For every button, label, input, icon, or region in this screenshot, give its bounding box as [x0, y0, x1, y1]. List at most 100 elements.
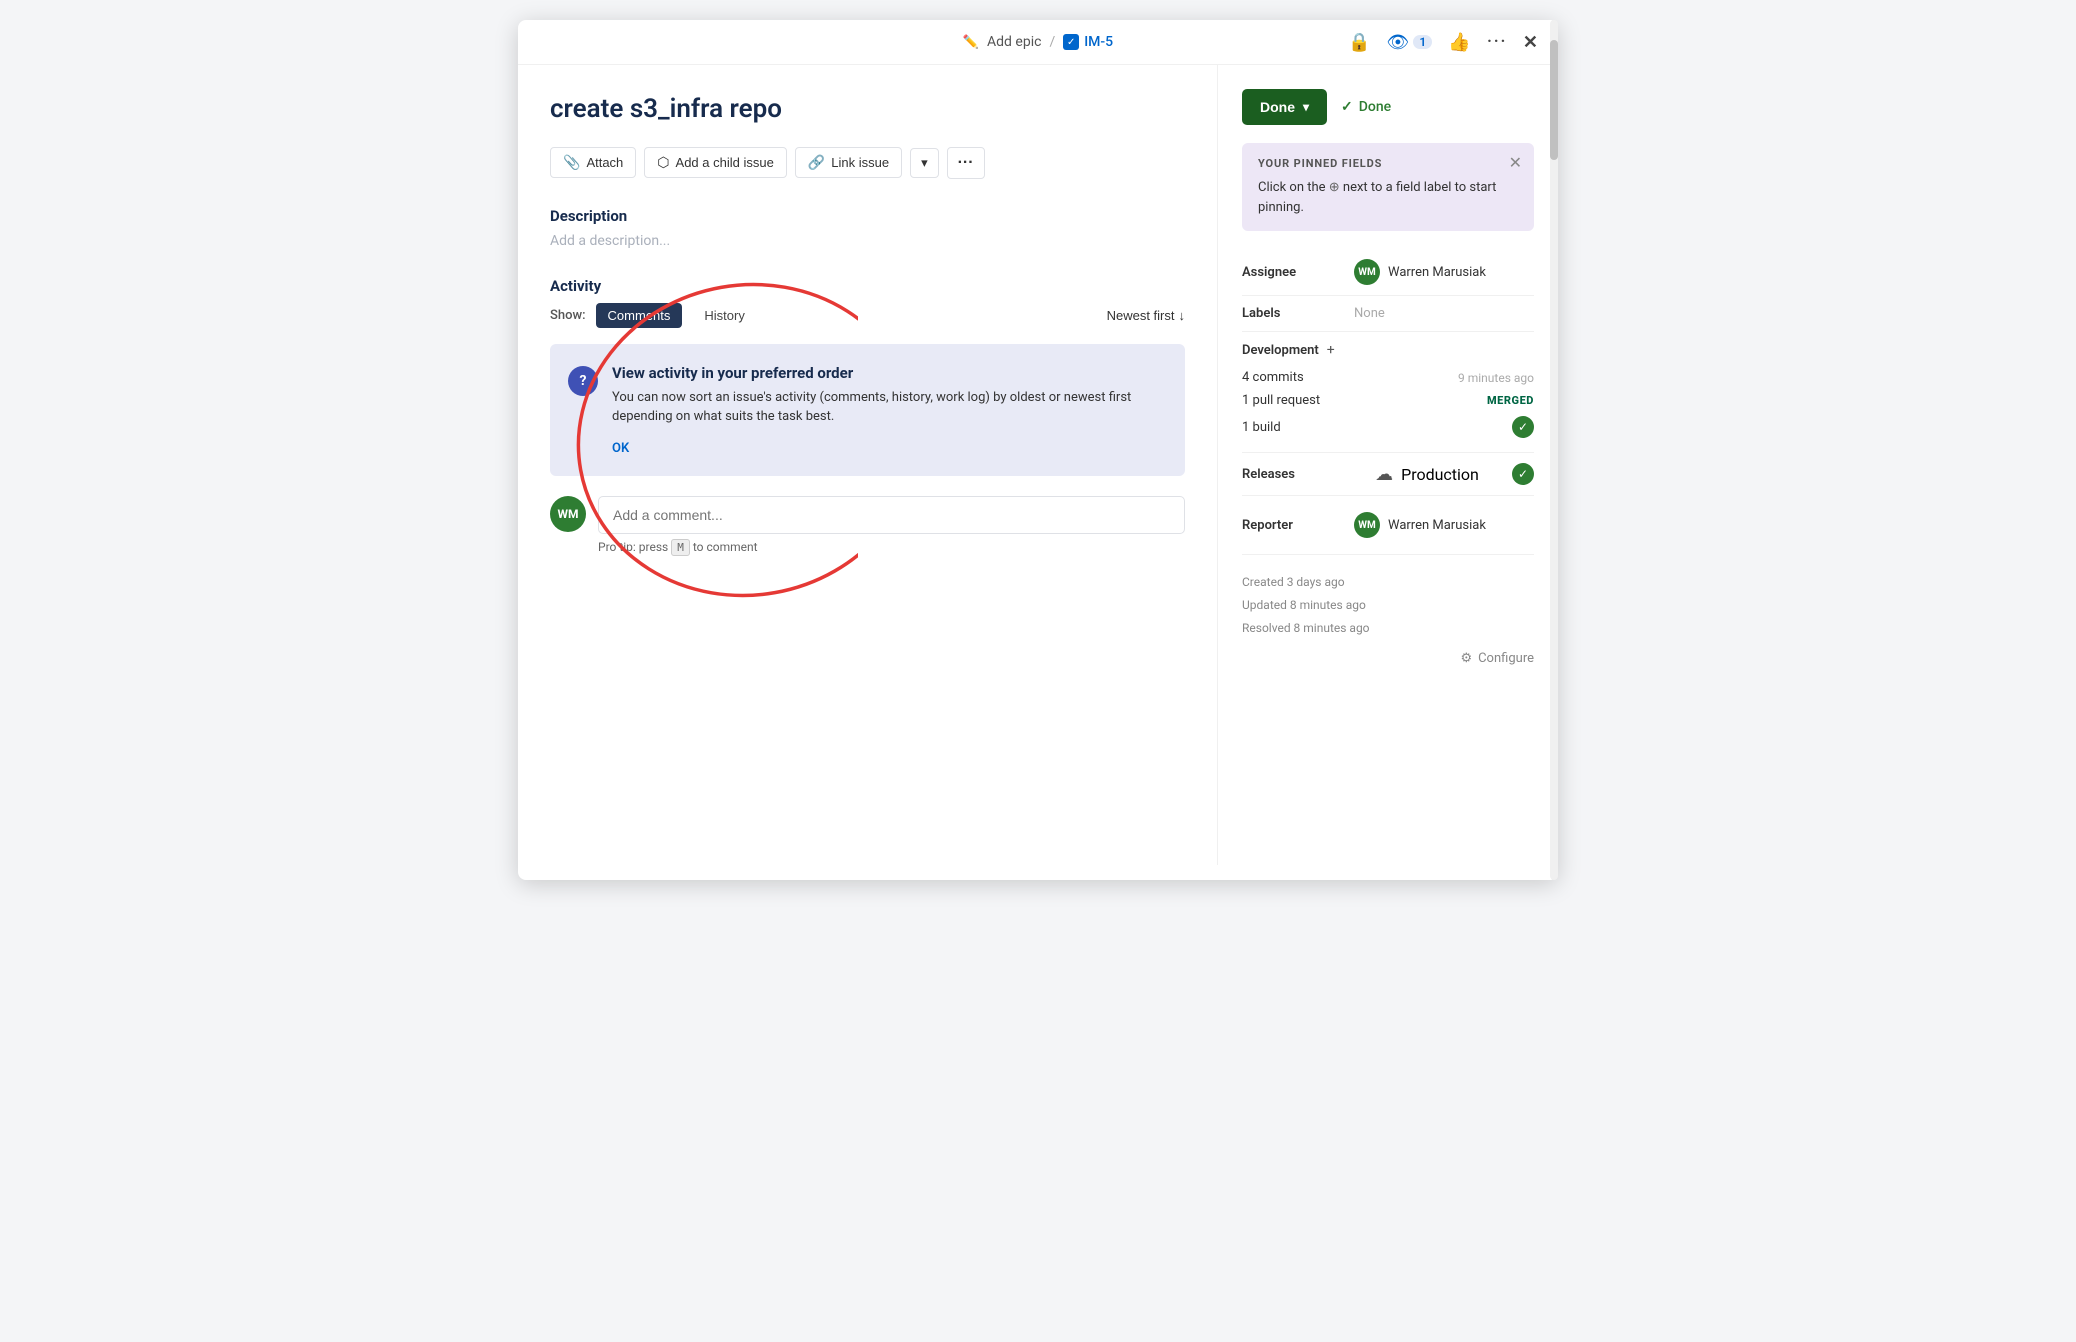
done-btn-label: Done [1260, 99, 1295, 115]
issue-badge[interactable]: ✓ IM-5 [1063, 34, 1113, 50]
configure-label: Configure [1478, 651, 1534, 666]
child-issue-icon: ⬡ [657, 154, 669, 171]
comments-tab[interactable]: Comments [596, 303, 683, 328]
commits-row: 4 commits 9 minutes ago [1242, 366, 1534, 389]
child-issue-label: Add a child issue [676, 155, 774, 170]
info-title: View activity in your preferred order [612, 364, 1165, 382]
activity-header: Show: Comments History Newest first ↓ [550, 303, 1185, 328]
build-row: 1 build ✓ [1242, 412, 1534, 442]
pin-icon: ⊕ [1329, 180, 1340, 195]
merged-badge: MERGED [1487, 394, 1534, 407]
labels-value: None [1354, 306, 1534, 321]
pinned-fields-title: YOUR PINNED FIELDS [1258, 157, 1518, 170]
thumbs-up-icon[interactable]: 👍 [1448, 32, 1470, 53]
labels-field-row[interactable]: Labels None [1242, 296, 1534, 332]
close-icon[interactable]: ✕ [1523, 32, 1538, 53]
releases-check-icon: ✓ [1512, 463, 1534, 485]
breadcrumb-separator: / [1049, 34, 1055, 50]
breadcrumb: ✏️ Add epic / ✓ IM-5 [963, 34, 1113, 50]
build-label: 1 build [1242, 420, 1281, 435]
sort-label: Newest first [1107, 308, 1175, 323]
description-placeholder[interactable]: Add a description... [550, 233, 1185, 249]
pinned-fields-close-button[interactable]: ✕ [1509, 153, 1522, 173]
development-header: Development + [1242, 342, 1534, 358]
attach-label: Attach [586, 155, 623, 170]
toolbar: 📎 Attach ⬡ Add a child issue 🔗 Link issu… [550, 147, 1185, 179]
build-check-icon: ✓ [1512, 416, 1534, 438]
pro-tip: Pro tip: press M to comment [598, 540, 1185, 554]
created-timestamp: Created 3 days ago [1242, 571, 1534, 594]
resolved-timestamp: Resolved 8 minutes ago [1242, 617, 1534, 640]
status-done-label: ✓ Done [1341, 99, 1391, 115]
done-button[interactable]: Done ▾ [1242, 89, 1327, 125]
releases-section: Releases ☁ Production ✓ [1242, 453, 1534, 496]
toolbar-more-button[interactable]: ··· [947, 147, 985, 179]
top-bar-actions: 🔒 👁 1 👍 ··· ✕ [1348, 30, 1538, 55]
left-panel: create s3_infra repo 📎 Attach ⬡ Add a ch… [518, 65, 1218, 865]
top-bar: ✏️ Add epic / ✓ IM-5 🔒 👁 1 👍 ··· ✕ [518, 20, 1558, 65]
assignee-value: WM Warren Marusiak [1354, 259, 1534, 285]
reporter-section: Reporter WM Warren Marusiak [1242, 496, 1534, 555]
more-options-icon[interactable]: ··· [1487, 30, 1507, 55]
releases-name: Production [1401, 465, 1479, 484]
commits-label: 4 commits [1242, 370, 1304, 385]
attach-icon: 📎 [563, 154, 580, 171]
scrollbar-track[interactable] [1550, 20, 1558, 880]
releases-label: Releases [1242, 467, 1342, 482]
reporter-avatar: WM [1354, 512, 1380, 538]
toolbar-dropdown-button[interactable]: ▾ [910, 148, 939, 178]
status-check-icon: ✓ [1341, 99, 1353, 115]
assignee-name: Warren Marusiak [1388, 265, 1486, 280]
comment-input-wrapper: Pro tip: press M to comment [598, 496, 1185, 554]
info-body: You can now sort an issue's activity (co… [612, 388, 1165, 427]
issue-id[interactable]: IM-5 [1084, 34, 1113, 50]
info-icon: ? [568, 366, 598, 396]
reporter-name: Warren Marusiak [1388, 518, 1486, 533]
issue-checkbox-icon: ✓ [1063, 34, 1079, 50]
link-issue-button[interactable]: 🔗 Link issue [795, 147, 902, 178]
pinned-fields-prefix: Click on the [1258, 180, 1326, 195]
labels-label: Labels [1242, 306, 1342, 321]
pull-request-row: 1 pull request MERGED [1242, 389, 1534, 412]
attach-button[interactable]: 📎 Attach [550, 147, 636, 178]
releases-row: Releases ☁ Production ✓ [1242, 463, 1534, 485]
releases-value: ☁ Production [1375, 464, 1479, 485]
assignee-field-row[interactable]: Assignee WM Warren Marusiak [1242, 249, 1534, 296]
lock-icon[interactable]: 🔒 [1348, 32, 1370, 53]
right-panel: Done ▾ ✓ Done YOUR PINNED FIELDS Click o… [1218, 65, 1558, 865]
development-add-icon[interactable]: + [1327, 342, 1335, 358]
status-label: Done [1359, 99, 1391, 115]
watch-button[interactable]: 👁 1 [1387, 32, 1433, 53]
edit-icon: ✏️ [963, 35, 979, 50]
info-ok-link[interactable]: OK [612, 441, 629, 456]
done-chevron-icon: ▾ [1303, 100, 1309, 114]
activity-show-row: Show: Comments History [550, 303, 757, 328]
activity-info-box: ? View activity in your preferred order … [550, 344, 1185, 476]
pinned-fields-body: Click on the ⊕ next to a field label to … [1258, 178, 1518, 217]
updated-timestamp: Updated 8 minutes ago [1242, 594, 1534, 617]
configure-row[interactable]: ⚙ Configure [1242, 651, 1534, 666]
assignee-label: Assignee [1242, 265, 1342, 280]
user-avatar: WM [550, 496, 586, 532]
link-issue-label: Link issue [831, 155, 889, 170]
scrollbar-thumb[interactable] [1550, 40, 1558, 160]
history-tab[interactable]: History [692, 303, 756, 328]
development-label: Development [1242, 343, 1319, 358]
pro-tip-suffix: to comment [693, 540, 758, 554]
watch-count: 1 [1413, 35, 1432, 49]
issue-title: create s3_infra repo [550, 93, 1185, 127]
description-title: Description [550, 207, 1185, 225]
add-child-issue-button[interactable]: ⬡ Add a child issue [644, 147, 787, 178]
sort-button[interactable]: Newest first ↓ [1107, 308, 1185, 323]
cloud-icon: ☁ [1375, 464, 1393, 485]
assignee-avatar: WM [1354, 259, 1380, 285]
description-section: Description Add a description... [550, 207, 1185, 249]
development-section: Development + 4 commits 9 minutes ago 1 … [1242, 332, 1534, 453]
activity-section: Activity Show: Comments History Newest f… [550, 277, 1185, 554]
pro-tip-prefix: Pro tip: press [598, 540, 668, 554]
show-label: Show: [550, 308, 586, 323]
comment-input[interactable] [598, 496, 1185, 534]
add-epic-link[interactable]: Add epic [987, 34, 1041, 50]
info-content: View activity in your preferred order Yo… [612, 364, 1165, 456]
reporter-field-row[interactable]: Reporter WM Warren Marusiak [1242, 506, 1534, 544]
